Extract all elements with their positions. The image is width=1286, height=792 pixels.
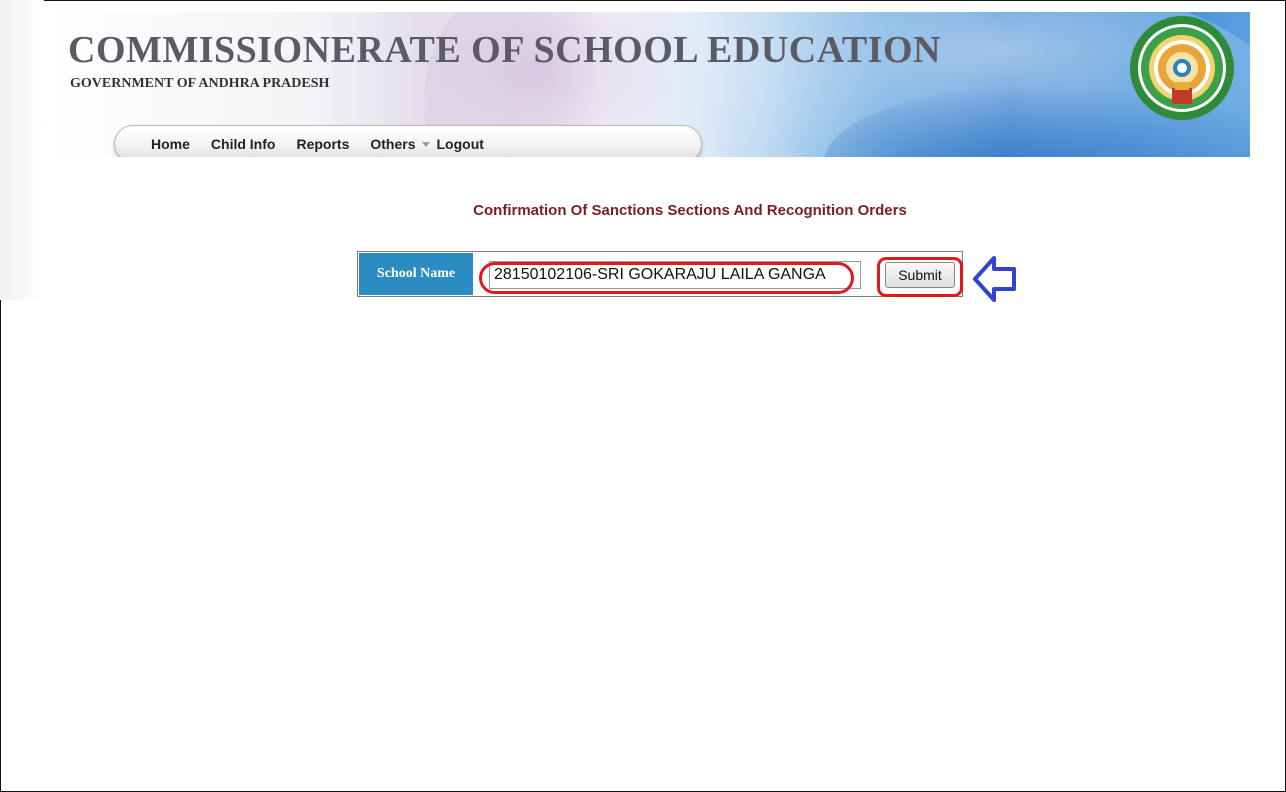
nav-item-label: Home	[151, 136, 190, 152]
nav-item-reports[interactable]: Reports	[296, 136, 349, 152]
header-banner: COMMISSIONERATE OF SCHOOL EDUCATION GOVE…	[44, 12, 1250, 157]
left-arrow-icon	[973, 256, 1016, 302]
andhra-pradesh-emblem-icon	[1130, 16, 1234, 120]
nav-item-logout[interactable]: Logout	[436, 136, 483, 152]
nav-item-home[interactable]: Home	[151, 136, 190, 152]
page-heading: Confirmation Of Sanctions Sections And R…	[473, 202, 907, 219]
school-name-label: School Name	[359, 253, 473, 295]
site-title: COMMISSIONERATE OF SCHOOL EDUCATION	[68, 29, 941, 71]
nav-item-label: Child Info	[210, 136, 276, 152]
main-navbar: Home Child Info Reports Others Logout	[114, 125, 702, 157]
nav-item-child-info[interactable]: Child Info	[211, 136, 276, 152]
site-subtitle: GOVERNMENT OF ANDHRA PRADESH	[70, 76, 330, 91]
nav-item-label: Logout	[436, 136, 484, 152]
nav-item-label: Others	[370, 136, 416, 152]
highlight-school-select	[479, 262, 854, 294]
highlight-submit-button	[877, 257, 963, 297]
left-shade	[0, 0, 44, 300]
nav-item-others[interactable]: Others	[370, 136, 431, 152]
chevron-down-icon	[422, 141, 431, 147]
nav-item-label: Reports	[296, 136, 350, 152]
